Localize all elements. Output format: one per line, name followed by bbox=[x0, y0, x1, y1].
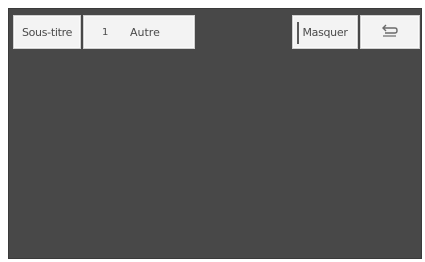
hide-button-bar bbox=[297, 22, 299, 44]
hide-button[interactable]: Masquer bbox=[292, 15, 358, 49]
track-language-label: Autre bbox=[130, 25, 160, 39]
subtitle-button-label: Sous-titre bbox=[21, 25, 73, 39]
video-screen: Sous-titre 1 Autre Masquer bbox=[8, 8, 422, 259]
hide-button-label: Masquer bbox=[302, 25, 348, 39]
track-number: 1 bbox=[102, 26, 109, 38]
subtitle-button[interactable]: Sous-titre bbox=[13, 15, 81, 49]
subtitle-track-selector[interactable]: 1 Autre bbox=[83, 15, 195, 49]
return-arrow-icon bbox=[381, 24, 399, 41]
back-button[interactable] bbox=[360, 15, 420, 49]
